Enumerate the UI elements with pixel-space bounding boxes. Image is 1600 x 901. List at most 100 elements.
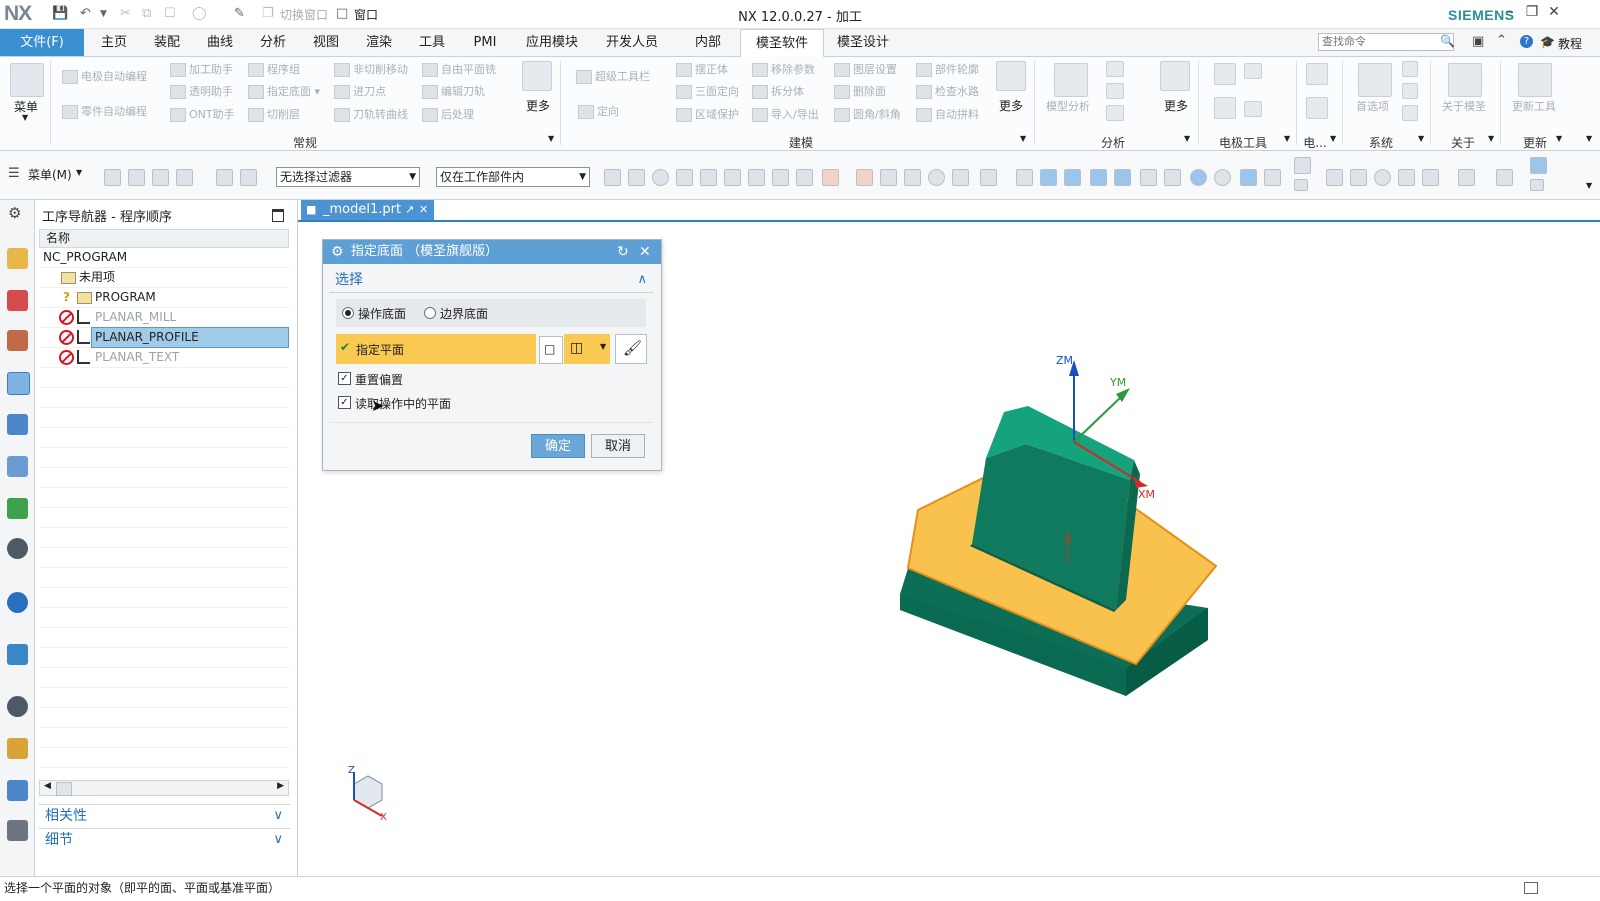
- menu-icon[interactable]: ☰: [8, 166, 20, 181]
- tab-pmi[interactable]: PMI: [461, 29, 509, 56]
- entry-point-button[interactable]: 进刀点: [334, 83, 386, 99]
- operation-navigator-icon[interactable]: [7, 372, 30, 395]
- group-electrode2-dropdown[interactable]: ▼: [1330, 134, 1336, 143]
- orient-view-icon-2[interactable]: [1530, 179, 1544, 191]
- super-toolbar-button[interactable]: 超级工具栏: [576, 68, 650, 84]
- snap-icon-1[interactable]: [604, 169, 621, 186]
- orient-button[interactable]: 定向: [578, 103, 619, 119]
- group-system-dropdown[interactable]: ▼: [1418, 134, 1424, 143]
- radio-boundary-floor-label[interactable]: 边界底面: [440, 305, 488, 322]
- tree-row-program[interactable]: ? PROGRAM: [39, 287, 289, 308]
- tab-application[interactable]: 应用模块: [516, 29, 588, 56]
- update-tool-button[interactable]: 更新工具: [1512, 98, 1556, 114]
- mid-point-snap-icon[interactable]: [1114, 169, 1131, 186]
- snap-point-active-icon[interactable]: [1064, 169, 1081, 186]
- rotate-view-icon[interactable]: [1374, 169, 1391, 186]
- view-tool-icon-2[interactable]: [1350, 169, 1367, 186]
- read-plane-label[interactable]: 读取操作中的平面: [355, 395, 451, 412]
- toolbar-menu-button[interactable]: 菜单(M): [28, 166, 72, 183]
- machine-tool-navigator-icon[interactable]: [7, 414, 28, 435]
- intersection-point-icon[interactable]: [1164, 169, 1181, 186]
- electrode-tool-icon-4[interactable]: [1244, 101, 1262, 117]
- rectangle-select-icon[interactable]: [980, 169, 997, 186]
- clock-icon[interactable]: [7, 696, 28, 717]
- plane-dialog-button[interactable]: □: [539, 336, 563, 364]
- snap-icon-5[interactable]: [928, 169, 945, 186]
- settings-gear-icon[interactable]: ⚙: [8, 204, 21, 222]
- model-viewport[interactable]: [878, 350, 1258, 710]
- radio-boundary-floor[interactable]: [424, 307, 436, 319]
- snap-icon-3[interactable]: [880, 169, 897, 186]
- restore-icon[interactable]: ❐: [1522, 4, 1542, 20]
- view-icon-1[interactable]: [1016, 169, 1033, 186]
- file-menu[interactable]: 文件(F): [0, 29, 84, 56]
- analysis-more-icon[interactable]: [1160, 61, 1190, 91]
- analysis-tool-icon-2[interactable]: [1106, 83, 1124, 99]
- fullscreen-icon[interactable]: [1524, 882, 1538, 894]
- radio-operation-floor-label[interactable]: 操作底面: [358, 305, 406, 322]
- select-tool-icon-3[interactable]: [152, 169, 169, 186]
- analysis-tool-icon-1[interactable]: [1106, 61, 1124, 77]
- part-outline-button[interactable]: 部件轮廓: [916, 61, 979, 77]
- hd3d-tools-icon[interactable]: [7, 498, 28, 519]
- system-materials-icon[interactable]: [7, 820, 28, 841]
- type-filter-select[interactable]: 无选择过滤器 ▼: [276, 167, 420, 187]
- modeling-more-button[interactable]: 更多: [999, 97, 1023, 114]
- electrode-auto-program-button[interactable]: 电极自动编程: [62, 68, 147, 84]
- toolbar-icon-b[interactable]: [1294, 179, 1308, 191]
- analysis-more-button[interactable]: 更多: [1164, 97, 1188, 114]
- selection-section-header[interactable]: 选择 ∧: [329, 268, 653, 292]
- curve-filter-icon[interactable]: [772, 169, 789, 186]
- remove-params-button[interactable]: 移除参数: [752, 61, 815, 77]
- select-tool-icon-6[interactable]: [240, 169, 257, 186]
- cancel-button[interactable]: 取消: [591, 434, 645, 458]
- group-electrode-dropdown[interactable]: ▼: [1284, 134, 1290, 143]
- snap-icon-2[interactable]: [628, 169, 645, 186]
- electrode-tool-icon-2[interactable]: [1214, 97, 1236, 119]
- maximize-icon[interactable]: [272, 209, 284, 222]
- model-analysis-button[interactable]: 模型分析: [1046, 98, 1090, 114]
- chevron-up-icon[interactable]: ∧: [637, 268, 647, 292]
- dialog-close-icon[interactable]: ✕: [639, 240, 651, 264]
- system-icon-3[interactable]: [1402, 83, 1418, 99]
- tab-developer[interactable]: 开发人员: [596, 29, 668, 56]
- auto-stock-button[interactable]: 自动拼料: [916, 106, 979, 122]
- select-tool-icon-5[interactable]: [216, 169, 233, 186]
- point-on-curve-icon[interactable]: [1264, 169, 1281, 186]
- cube-filter-icon-1[interactable]: [676, 169, 693, 186]
- constraint-navigator-icon[interactable]: [7, 330, 28, 351]
- transparent-assistant-button[interactable]: 透明助手: [170, 83, 233, 99]
- palette-icon[interactable]: [7, 738, 28, 759]
- minimize-icon[interactable]: –: [1500, 4, 1520, 20]
- group-update-dropdown[interactable]: ▼: [1556, 134, 1562, 143]
- tab-view[interactable]: 视图: [302, 29, 350, 56]
- details-panel[interactable]: 细节 ∨: [39, 828, 291, 850]
- cube-filter-icon-3[interactable]: [724, 169, 741, 186]
- tab-render[interactable]: 渲染: [355, 29, 403, 56]
- quadrant-point-icon[interactable]: [1214, 169, 1231, 186]
- group-about-dropdown[interactable]: ▼: [1488, 134, 1494, 143]
- tree-row-planar-profile[interactable]: PLANAR_PROFILE: [39, 327, 289, 348]
- plane-type-dropdown[interactable]: ◫ ▼: [564, 334, 610, 364]
- dialog-gear-icon[interactable]: ⚙: [331, 240, 344, 264]
- about-mosheng-button[interactable]: 关于模圣: [1442, 98, 1486, 114]
- paint-brush-button[interactable]: 🖌: [615, 334, 647, 364]
- ont-assistant-button[interactable]: ONT助手: [170, 106, 235, 122]
- existing-point-icon[interactable]: [1240, 169, 1257, 186]
- tab-internal[interactable]: 内部: [684, 29, 732, 56]
- tab-curve[interactable]: 曲线: [196, 29, 244, 56]
- layer-settings-button[interactable]: 图层设置: [834, 61, 897, 77]
- tree-row-unused[interactable]: 未用项: [39, 267, 289, 288]
- tree-row-planar-text[interactable]: PLANAR_TEXT: [39, 347, 289, 368]
- ribbon-options-dropdown[interactable]: ▼: [1586, 134, 1592, 143]
- straighten-body-button[interactable]: 摆正体: [676, 61, 728, 77]
- snap-icon-4[interactable]: [904, 169, 921, 186]
- tab-close-icon[interactable]: ✕: [419, 200, 428, 220]
- command-search-input[interactable]: [1318, 33, 1454, 51]
- process-studio-icon[interactable]: [7, 644, 28, 665]
- specify-plane-row[interactable]: ✔ 指定平面: [336, 334, 536, 364]
- three-face-orient-button[interactable]: 三面定向: [676, 83, 739, 99]
- group-general-dropdown[interactable]: ▼: [548, 134, 554, 143]
- group-analysis-dropdown[interactable]: ▼: [1184, 134, 1190, 143]
- electrode2-icon-1[interactable]: [1306, 63, 1328, 85]
